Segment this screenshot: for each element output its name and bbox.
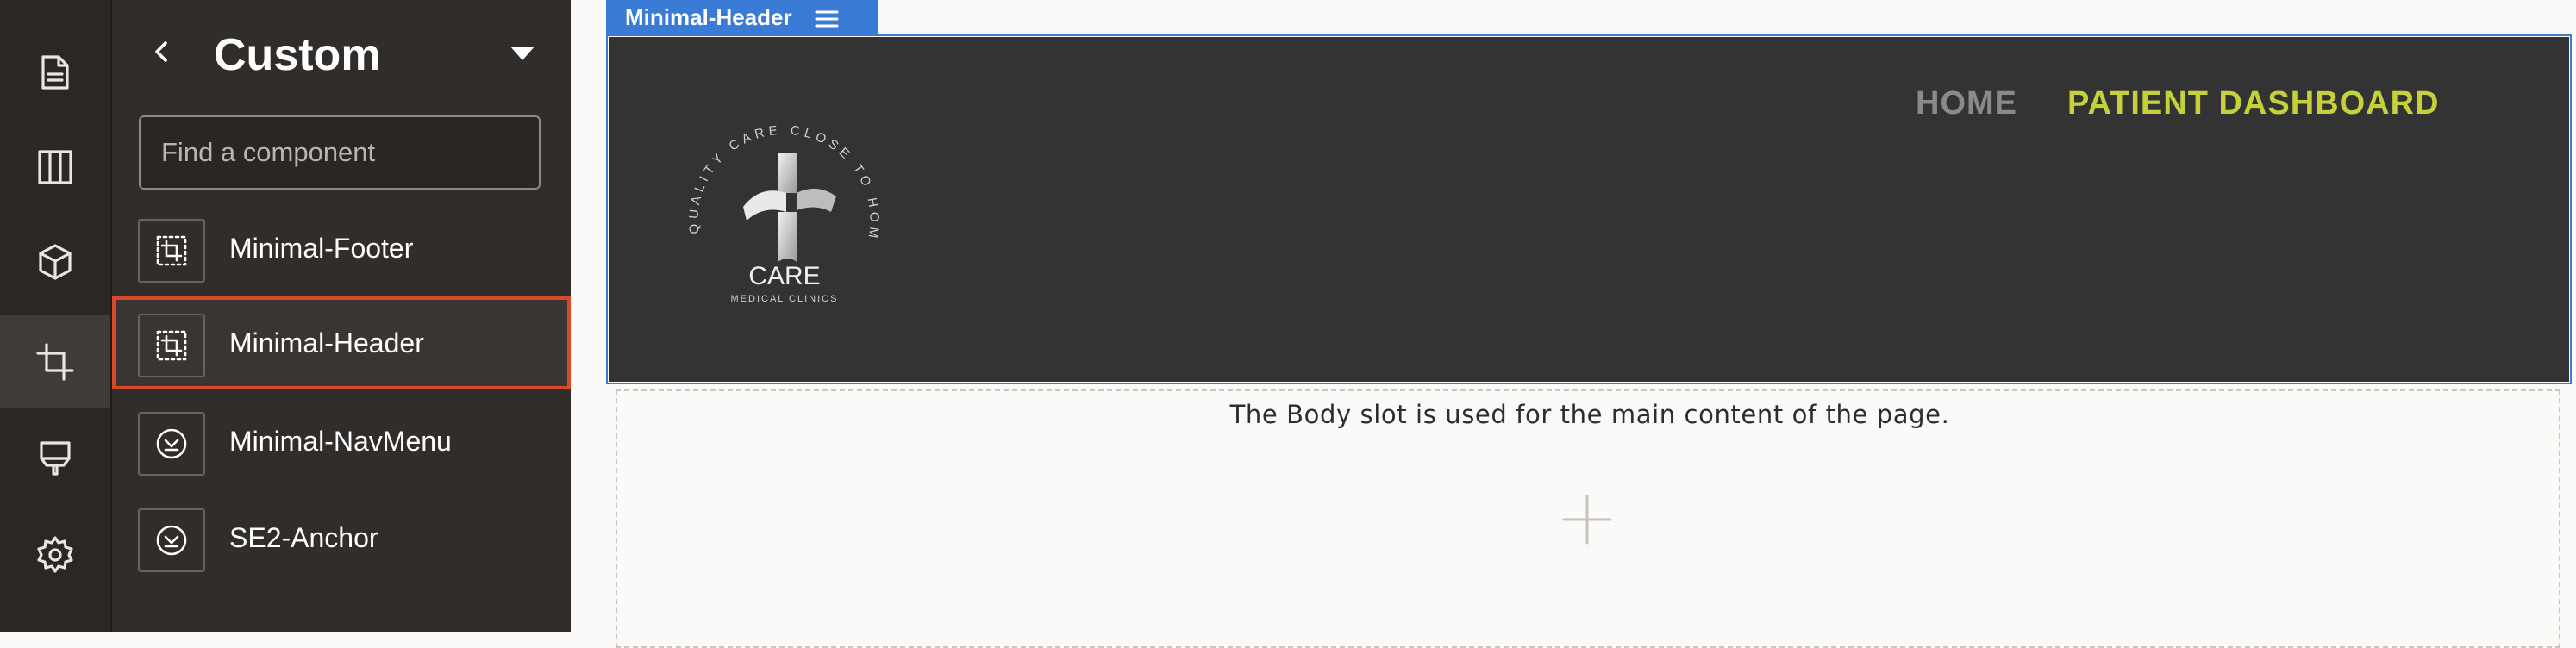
crop-square-icon [138,314,205,377]
rail-custom-button[interactable] [0,315,110,408]
category-dropdown-button[interactable] [500,34,545,72]
crop-icon [36,343,74,381]
logo-subtitle: MEDICAL CLINICS [731,294,839,304]
rail-layout-button[interactable] [0,121,110,214]
component-item-se2-anchor[interactable]: SE2-Anchor [112,491,571,584]
plus-icon [1562,495,1612,545]
rail-pages-button[interactable] [0,26,110,119]
component-label: SE2-Anchor [229,522,378,553]
icon-rail [0,0,110,632]
slot-tag-label: Minimal-Header [625,3,792,30]
component-label: Minimal-Header [229,327,424,358]
component-label: Minimal-NavMenu [229,426,452,457]
circle-chevron-down-icon [138,508,205,572]
component-panel: Custom Minimal-Footer Minimal-Header Min… [112,0,571,632]
crop-square-icon [138,219,205,283]
header-slot-tag[interactable]: Minimal-Header [606,0,878,34]
rail-components-button[interactable] [0,215,110,308]
caret-down-icon [510,47,535,60]
nav-link-patient-dashboard[interactable]: PATIENT DASHBOARD [2067,83,2439,124]
nav-link-home[interactable]: HOME [1916,83,2017,124]
panel-header: Custom [112,0,571,109]
components-icon [39,244,72,280]
theme-icon [40,441,71,476]
care-logo: QUALITY CARE CLOSE TO HOME. CARE MEDICAL… [666,102,882,304]
add-component-button[interactable] [1560,493,1614,546]
component-item-minimal-header[interactable]: Minimal-Header [112,296,571,389]
body-slot[interactable]: The Body slot is used for the main conte… [616,389,2560,648]
back-button[interactable] [145,34,179,69]
component-label: Minimal-Footer [229,233,414,264]
layout-icon [38,150,72,184]
component-item-minimal-footer[interactable]: Minimal-Footer [112,202,571,295]
component-item-minimal-navmenu[interactable]: Minimal-NavMenu [112,395,571,488]
hamburger-menu-icon[interactable] [815,8,839,28]
rail-theme-button[interactable] [0,412,110,505]
settings-icon [37,536,73,573]
find-component-input[interactable] [139,115,541,190]
panel-title: Custom [214,30,381,80]
logo-arc-text: QUALITY CARE CLOSE TO HOME. [666,102,878,243]
rail-settings-button[interactable] [0,508,110,601]
svg-text:QUALITY CARE CLOSE TO HOME.: QUALITY CARE CLOSE TO HOME. [666,102,882,243]
body-slot-description: The Body slot is used for the main conte… [1229,400,1950,429]
circle-chevron-down-icon [138,412,205,476]
logo-name: CARE [748,262,820,290]
chevron-left-icon [155,41,167,62]
pages-icon [41,55,69,90]
